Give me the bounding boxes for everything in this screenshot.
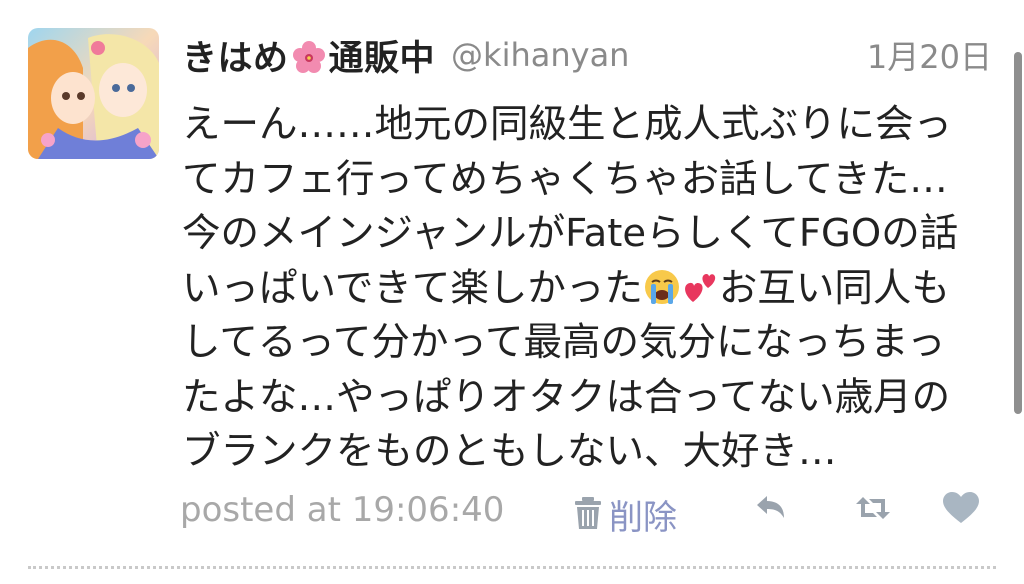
tweet-text: えーん……地元の同級生と成人式ぶりに会っ てカフェ行ってめちゃくちゃお話してきた… — [182, 98, 1007, 480]
tweet: きはめ 通販中 @kihanyan 1月20日 えーん……地元の同級生と成人式ぶ… — [0, 0, 1024, 584]
tweet-line: たよな…やっぱりオタクは合ってない歳月の — [182, 374, 951, 420]
tweet-line: 今のメインジャンルがFateらしくてFGOの話 — [182, 211, 959, 256]
retweet-button[interactable] — [850, 490, 896, 530]
display-name[interactable]: きはめ 通販中 — [182, 30, 435, 81]
reply-button[interactable] — [748, 490, 794, 530]
tweet-footer: posted at 19:06:40 削除 — [180, 488, 994, 538]
reply-icon — [755, 494, 787, 526]
tweet-line: てカフェ行ってめちゃくちゃお話してきた… — [182, 156, 948, 202]
like-button[interactable] — [938, 490, 984, 530]
two-hearts-emoji — [681, 267, 719, 305]
hibiscus-emoji — [291, 39, 327, 75]
tweet-date[interactable]: 1月20日 — [867, 32, 992, 78]
tweet-line: ブランクをものともしない、大好き… — [182, 429, 837, 474]
tweet-line: してるって分かって最高の気分になっちまっ — [182, 320, 946, 365]
avatar[interactable] — [28, 28, 159, 159]
retweet-icon — [855, 493, 891, 527]
delete-button[interactable]: 削除 — [573, 490, 677, 539]
delete-label: 削除 — [609, 498, 677, 538]
heart-icon — [942, 491, 980, 529]
loudly-crying-face-emoji — [643, 267, 681, 305]
handle[interactable]: @kihanyan — [451, 36, 629, 74]
divider — [28, 566, 996, 569]
tweet-line: いっぱいできて楽しかった お互い同人も — [182, 265, 950, 311]
posted-timestamp[interactable]: posted at 19:06:40 — [180, 490, 504, 530]
scrollbar[interactable] — [1014, 52, 1022, 414]
tweet-line: えーん……地元の同級生と成人式ぶりに会っ — [182, 102, 953, 147]
trash-icon — [573, 496, 603, 534]
